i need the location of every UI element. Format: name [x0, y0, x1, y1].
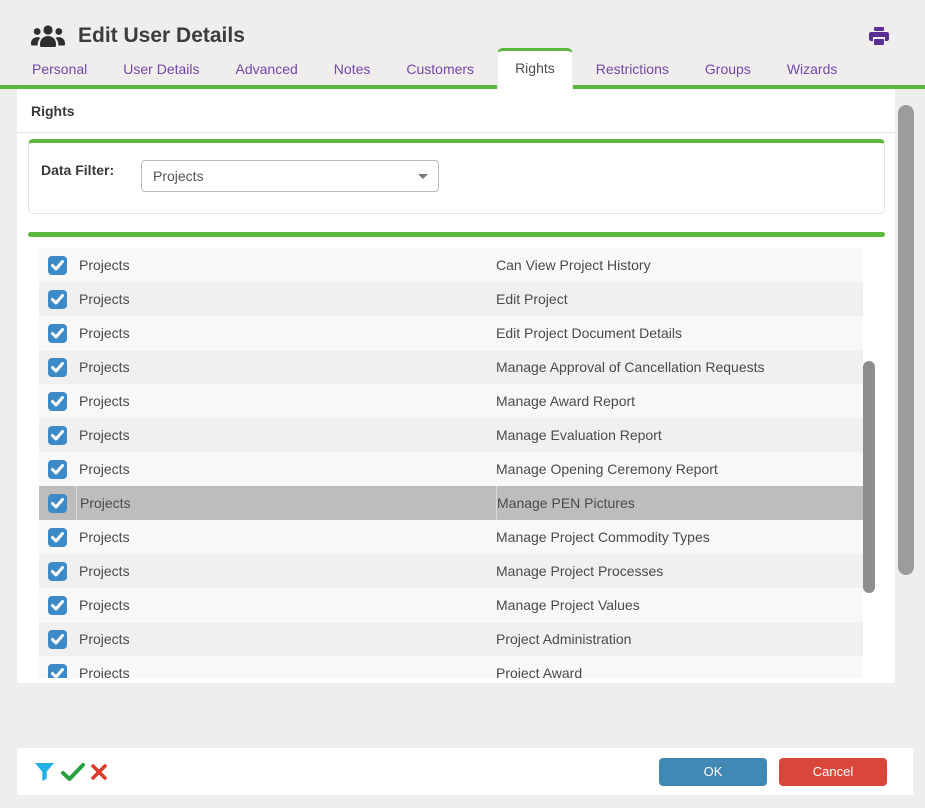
rights-row[interactable]: Projects Manage Project Values: [39, 588, 863, 622]
ok-button[interactable]: OK: [659, 758, 767, 786]
row-checkbox-cell: [39, 452, 76, 486]
row-category: Projects: [76, 588, 496, 622]
row-right-name: Project Award: [496, 656, 863, 678]
rights-row[interactable]: Projects Manage Opening Ceremony Report: [39, 452, 863, 486]
window-scrollbar-thumb[interactable]: [898, 105, 914, 575]
users-icon: [30, 24, 66, 49]
chevron-down-icon: [418, 174, 428, 179]
list-scrollbar-thumb[interactable]: [863, 361, 875, 593]
row-category: Projects: [76, 520, 496, 554]
rights-row[interactable]: Projects Manage Project Commodity Types: [39, 520, 863, 554]
row-category: Projects: [76, 486, 496, 520]
tab-user-details[interactable]: User Details: [110, 53, 212, 85]
checked-checkbox[interactable]: [48, 392, 67, 411]
rights-row[interactable]: Projects Project Administration: [39, 622, 863, 656]
checked-checkbox[interactable]: [48, 290, 67, 309]
rights-row[interactable]: Projects Edit Project: [39, 282, 863, 316]
checked-checkbox[interactable]: [48, 324, 67, 343]
row-checkbox-cell: [39, 384, 76, 418]
rights-row[interactable]: Projects Can View Project History: [39, 248, 863, 282]
data-filter-panel: Data Filter: Projects: [28, 139, 885, 214]
checked-checkbox[interactable]: [48, 630, 67, 649]
print-icon[interactable]: [869, 27, 889, 45]
rights-panel: Rights Data Filter: Projects Projects Ca…: [17, 89, 895, 683]
data-filter-label: Data Filter:: [41, 160, 115, 182]
row-right-name: Manage Project Processes: [496, 554, 863, 588]
checked-checkbox[interactable]: [48, 494, 67, 513]
row-checkbox-cell: [39, 554, 76, 588]
checked-checkbox[interactable]: [48, 358, 67, 377]
row-category: Projects: [76, 384, 496, 418]
check-icon[interactable]: [60, 762, 86, 782]
tab-wizards[interactable]: Wizards: [774, 53, 851, 85]
row-right-name: Manage Opening Ceremony Report: [496, 452, 863, 486]
row-checkbox-cell: [39, 656, 76, 678]
row-checkbox-cell: [39, 418, 76, 452]
checked-checkbox[interactable]: [48, 256, 67, 275]
row-checkbox-cell: [39, 316, 76, 350]
row-category: Projects: [76, 418, 496, 452]
row-category: Projects: [76, 656, 496, 678]
row-right-name: Manage Project Values: [496, 588, 863, 622]
checked-checkbox[interactable]: [48, 664, 67, 679]
row-right-name: Project Administration: [496, 622, 863, 656]
dialog-header: Edit User Details: [0, 0, 925, 48]
page-title: Edit User Details: [78, 24, 245, 48]
rights-row[interactable]: Projects Manage Project Processes: [39, 554, 863, 588]
footer-buttons: OK Cancel: [659, 758, 887, 786]
rights-row[interactable]: Projects Manage Approval of Cancellation…: [39, 350, 863, 384]
row-checkbox-cell: [39, 350, 76, 384]
row-checkbox-cell: [39, 588, 76, 622]
row-category: Projects: [76, 452, 496, 486]
row-checkbox-cell: [39, 622, 76, 656]
row-checkbox-cell: [39, 520, 76, 554]
row-category: Projects: [76, 248, 496, 282]
rights-row[interactable]: Projects Manage Evaluation Report: [39, 418, 863, 452]
close-icon[interactable]: [90, 763, 108, 781]
tab-bar: Personal User Details Advanced Notes Custome…: [0, 52, 925, 89]
tab-customers[interactable]: Customers: [393, 53, 487, 85]
row-right-name: Edit Project: [496, 282, 863, 316]
rights-row[interactable]: Projects Project Award: [39, 656, 863, 678]
rights-row[interactable]: Projects Manage Award Report: [39, 384, 863, 418]
row-category: Projects: [76, 622, 496, 656]
row-right-name: Manage Award Report: [496, 384, 863, 418]
row-right-name: Manage PEN Pictures: [496, 486, 863, 520]
row-right-name: Can View Project History: [496, 248, 863, 282]
row-right-name: Manage Evaluation Report: [496, 418, 863, 452]
row-category: Projects: [76, 316, 496, 350]
row-checkbox-cell: [39, 282, 76, 316]
row-right-name: Manage Approval of Cancellation Requests: [496, 350, 863, 384]
tab-advanced[interactable]: Advanced: [223, 53, 311, 85]
rights-row[interactable]: Projects Edit Project Document Details: [39, 316, 863, 350]
tab-groups[interactable]: Groups: [692, 53, 764, 85]
footer-bar: OK Cancel: [17, 748, 913, 795]
section-divider: [28, 232, 885, 237]
cancel-button[interactable]: Cancel: [779, 758, 887, 786]
rights-list: Projects Can View Project History Projec…: [39, 248, 885, 678]
checked-checkbox[interactable]: [48, 426, 67, 445]
row-checkbox-cell: [39, 486, 76, 520]
row-category: Projects: [76, 282, 496, 316]
tab-rights[interactable]: Rights: [497, 48, 573, 89]
rights-rows: Projects Can View Project History Projec…: [39, 248, 885, 678]
section-heading: Rights: [17, 89, 895, 133]
filter-icon[interactable]: [33, 760, 56, 783]
footer-icons: [33, 760, 108, 783]
checked-checkbox[interactable]: [48, 562, 67, 581]
checked-checkbox[interactable]: [48, 460, 67, 479]
data-filter-value: Projects: [153, 168, 204, 184]
tab-personal[interactable]: Personal: [19, 53, 100, 85]
row-checkbox-cell: [39, 248, 76, 282]
rights-row[interactable]: Projects Manage PEN Pictures: [39, 486, 863, 520]
tab-notes[interactable]: Notes: [321, 53, 384, 85]
checked-checkbox[interactable]: [48, 528, 67, 547]
checked-checkbox[interactable]: [48, 596, 67, 615]
row-category: Projects: [76, 350, 496, 384]
row-category: Projects: [76, 554, 496, 588]
data-filter-select[interactable]: Projects: [141, 160, 439, 192]
tab-restrictions[interactable]: Restrictions: [583, 53, 682, 85]
row-right-name: Manage Project Commodity Types: [496, 520, 863, 554]
row-right-name: Edit Project Document Details: [496, 316, 863, 350]
